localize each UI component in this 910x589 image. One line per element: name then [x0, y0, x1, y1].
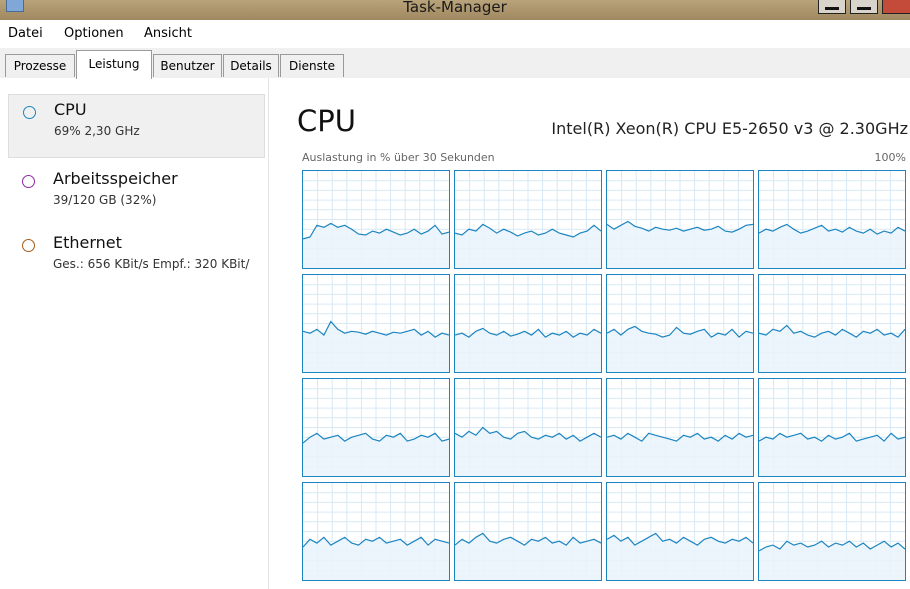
core-graph-svg: [303, 379, 449, 476]
graph-caption: Auslastung in % über 30 Sekunden: [302, 151, 495, 164]
core-graph-svg: [759, 483, 905, 580]
tab-benutzer[interactable]: Benutzer: [153, 54, 222, 77]
maximize-icon: [857, 7, 871, 10]
core-graph-svg: [303, 275, 449, 372]
title-bar: Task-Manager: [0, 0, 910, 20]
core-utilization-area: [607, 326, 753, 372]
resource-cpu-detail: 69% 2,30 GHz: [54, 124, 140, 138]
core-graph: [454, 482, 602, 581]
core-graph-svg: [607, 483, 753, 580]
core-graph-svg: [303, 483, 449, 580]
tab-details[interactable]: Details: [223, 54, 279, 77]
maximize-button[interactable]: [850, 0, 878, 14]
core-graph: [606, 378, 754, 477]
core-graph-svg: [303, 171, 449, 268]
core-graph: [606, 274, 754, 373]
core-graph: [758, 482, 906, 581]
memory-circle-icon: [22, 175, 35, 188]
core-graph: [454, 274, 602, 373]
cpu-detail-pane: CPU Intel(R) Xeon(R) CPU E5-2650 v3 @ 2.…: [269, 78, 910, 589]
resource-memory-detail: 39/120 GB (32%): [53, 193, 157, 207]
core-graph-svg: [607, 379, 753, 476]
window-title: Task-Manager: [403, 0, 507, 16]
resource-ethernet-detail: Ges.: 656 KBit/s Empf.: 320 KBit/: [53, 257, 250, 271]
resource-memory[interactable]: Arbeitsspeicher 39/120 GB (32%): [8, 164, 263, 226]
resource-list: CPU 69% 2,30 GHz Arbeitsspeicher 39/120 …: [0, 78, 269, 589]
menu-ansicht[interactable]: Ansicht: [144, 26, 192, 41]
core-graph: [606, 482, 754, 581]
menu-bar: Datei Optionen Ansicht: [0, 20, 910, 48]
core-graph: [302, 274, 450, 373]
ethernet-circle-icon: [22, 239, 35, 252]
core-utilization-area: [607, 433, 753, 476]
close-button[interactable]: [882, 0, 910, 14]
core-graph-svg: [455, 379, 601, 476]
resource-cpu-name: CPU: [54, 100, 87, 119]
core-graph: [454, 378, 602, 477]
tab-dienste[interactable]: Dienste: [280, 54, 344, 77]
resource-memory-name: Arbeitsspeicher: [53, 169, 178, 188]
resource-ethernet[interactable]: Ethernet Ges.: 656 KBit/s Empf.: 320 KBi…: [8, 228, 263, 290]
core-graph: [758, 170, 906, 269]
cpu-circle-icon: [23, 106, 36, 119]
tab-prozesse[interactable]: Prozesse: [5, 54, 75, 77]
resource-ethernet-name: Ethernet: [53, 233, 122, 252]
tab-leistung[interactable]: Leistung: [76, 50, 152, 79]
core-graph-svg: [759, 171, 905, 268]
core-graph-svg: [607, 171, 753, 268]
core-graph-svg: [455, 171, 601, 268]
core-graph: [302, 378, 450, 477]
menu-optionen[interactable]: Optionen: [64, 26, 124, 41]
cpu-model-label: Intel(R) Xeon(R) CPU E5-2650 v3 @ 2.30GH…: [551, 119, 908, 138]
menu-datei[interactable]: Datei: [8, 26, 43, 41]
core-graph: [758, 378, 906, 477]
core-graph-svg: [455, 275, 601, 372]
core-graph: [606, 170, 754, 269]
core-utilization-area: [455, 328, 601, 372]
page-title: CPU: [297, 104, 356, 138]
core-graph-svg: [759, 379, 905, 476]
core-graph: [302, 170, 450, 269]
core-graph-svg: [455, 483, 601, 580]
minimize-icon: [825, 7, 839, 10]
minimize-button[interactable]: [818, 0, 846, 14]
core-graph: [454, 170, 602, 269]
tab-strip: Prozesse Leistung Benutzer Details Diens…: [0, 48, 910, 79]
core-graph-svg: [607, 275, 753, 372]
graph-max-label: 100%: [874, 151, 906, 164]
core-graph-svg: [759, 275, 905, 372]
resource-cpu[interactable]: CPU 69% 2,30 GHz: [8, 94, 265, 158]
core-graph: [758, 274, 906, 373]
core-graph: [302, 482, 450, 581]
